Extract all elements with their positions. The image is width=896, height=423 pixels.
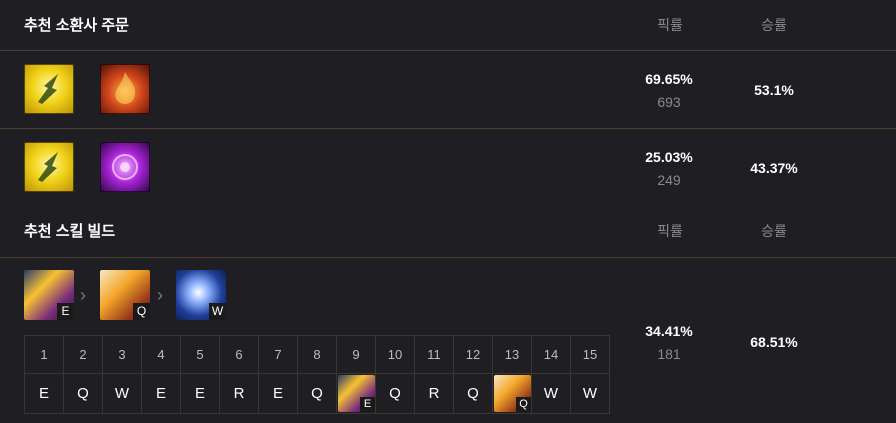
level-number: 2 <box>63 335 103 374</box>
skill-key-badge: E <box>57 303 74 320</box>
skill-win-rate-header: 승률 <box>761 223 787 239</box>
divider <box>0 50 896 51</box>
level-number: 9 <box>336 335 376 374</box>
skill-key-badge: Q <box>516 397 531 412</box>
pick-rate-value: 34.41% <box>645 323 693 339</box>
level-number: 15 <box>570 335 610 374</box>
level-number: 12 <box>453 335 493 374</box>
skill-key-badge: W <box>209 303 226 320</box>
skill-key-cell: Q <box>453 373 493 414</box>
skill-key-cell: W <box>102 373 142 414</box>
skill-key-cell: E <box>258 373 298 414</box>
win-rate-value: 68.51% <box>750 334 798 350</box>
skill-key-cell: E <box>141 373 181 414</box>
level-number: 6 <box>219 335 259 374</box>
level-number: 13 <box>492 335 532 374</box>
skill-key-row: E Q W E E R E Q E Q R Q Q W W <box>24 373 610 414</box>
level-number: 10 <box>375 335 415 374</box>
skill-w-icon[interactable]: W <box>176 270 226 320</box>
win-rate-value: 43.37% <box>750 160 798 176</box>
exhaust-icon[interactable] <box>100 142 150 192</box>
level-number: 7 <box>258 335 298 374</box>
skill-e-icon: E <box>338 375 375 412</box>
divider <box>0 257 896 258</box>
ignite-icon[interactable] <box>100 64 150 114</box>
skill-key-cell: Q <box>63 373 103 414</box>
skill-key-badge: E <box>360 397 375 412</box>
skill-q-icon: Q <box>494 375 531 412</box>
divider <box>0 128 896 129</box>
skill-key-cell: Q <box>375 373 415 414</box>
skill-key-cell: E <box>24 373 64 414</box>
skill-key-cell: Q <box>297 373 337 414</box>
skill-key-cell: R <box>414 373 454 414</box>
skill-key-cell-highlight: E <box>336 373 376 414</box>
skill-pick-rate-header: 픽률 <box>657 223 683 239</box>
skill-key-cell: R <box>219 373 259 414</box>
skill-section-title: 추천 스킬 빌드 <box>24 223 116 240</box>
skill-key-cell: E <box>180 373 220 414</box>
games-count: 693 <box>657 94 681 110</box>
games-count: 249 <box>657 172 681 188</box>
summoner-pick-rate-header: 픽률 <box>657 17 683 33</box>
level-number: 1 <box>24 335 64 374</box>
chevron-right-icon: › <box>157 285 163 305</box>
pick-rate-value: 25.03% <box>645 149 693 165</box>
skill-key-cell: W <box>531 373 571 414</box>
skill-key-badge: Q <box>133 303 150 320</box>
skill-key-cell-highlight: Q <box>492 373 532 414</box>
summoner-section-title: 추천 소환사 주문 <box>24 17 129 34</box>
level-number: 3 <box>102 335 142 374</box>
level-number: 14 <box>531 335 571 374</box>
games-count: 181 <box>657 346 681 362</box>
win-rate-value: 53.1% <box>754 82 794 98</box>
level-number: 4 <box>141 335 181 374</box>
flash-icon[interactable] <box>24 64 74 114</box>
pick-rate-value: 69.65% <box>645 71 693 87</box>
chevron-right-icon: › <box>80 285 86 305</box>
level-number: 8 <box>297 335 337 374</box>
skill-e-icon[interactable]: E <box>24 270 74 320</box>
flash-icon[interactable] <box>24 142 74 192</box>
skill-key-cell: W <box>570 373 610 414</box>
level-number: 11 <box>414 335 454 374</box>
skill-q-icon[interactable]: Q <box>100 270 150 320</box>
skill-level-table: 1 2 3 4 5 6 7 8 9 10 11 12 13 14 15 E Q … <box>24 335 610 414</box>
level-row: 1 2 3 4 5 6 7 8 9 10 11 12 13 14 15 <box>24 335 610 374</box>
summoner-win-rate-header: 승률 <box>761 17 787 33</box>
level-number: 5 <box>180 335 220 374</box>
